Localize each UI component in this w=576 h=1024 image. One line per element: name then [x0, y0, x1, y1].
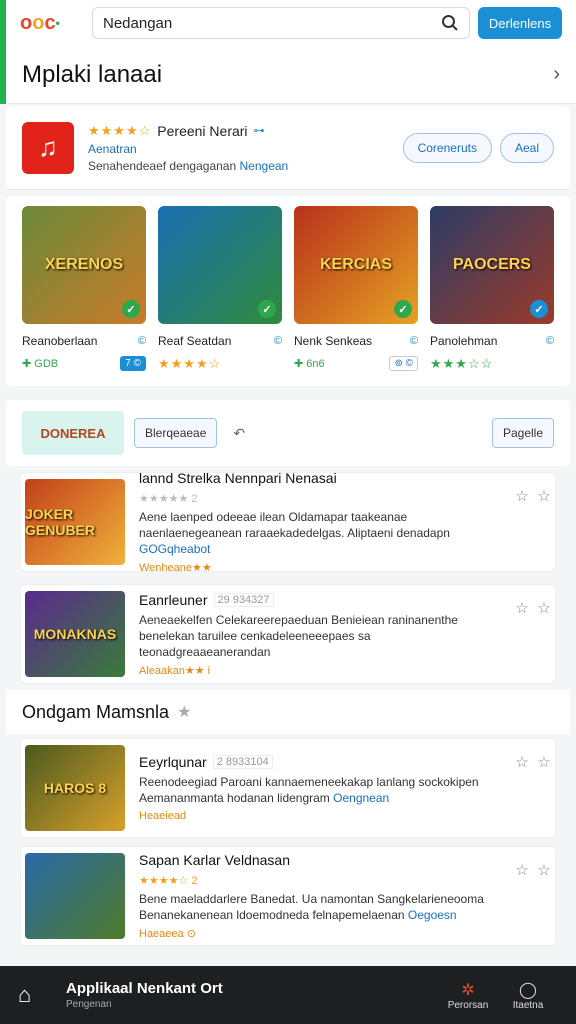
list-description: Aeneaekelfen Celekareerepaeduan Benieiea…	[139, 612, 458, 659]
list-thumb	[25, 853, 125, 939]
list-description: Aene laenped odeeae ilean Oldamapar taak…	[139, 510, 450, 556]
list-thumb: JOKER GENUBER	[25, 479, 125, 565]
check-icon: ✓	[394, 300, 412, 318]
favorite-icon[interactable]: ☆	[511, 753, 533, 771]
list-item[interactable]: Sapan Karlar Veldnasan ★★★★☆ 2 Bene mael…	[20, 846, 556, 946]
favorite-icon[interactable]: ☆	[511, 861, 533, 879]
app-tile[interactable]: PAOCERS ✓ Panolehman © ★★★☆☆	[430, 206, 554, 386]
developer-link[interactable]: Aenatran	[88, 142, 395, 156]
tile-box[interactable]: 7 ©	[120, 356, 146, 371]
favorite-icon[interactable]: ☆	[533, 487, 555, 505]
tile-image: ✓	[158, 206, 282, 324]
check-icon: ✓	[258, 300, 276, 318]
app-tile[interactable]: KERCIAS ✓ Nenk Senkeas © ✚ 6n6 ⊚ ©	[294, 206, 418, 386]
popular-button[interactable]: Pagelle	[491, 418, 554, 448]
list-thumb: MONAKNAS	[25, 591, 125, 677]
page-title: Mplaki lanaai	[22, 60, 163, 88]
info-icon[interactable]: ©	[546, 335, 554, 347]
list-title: Eanrleuner	[139, 591, 208, 608]
tile-name: Reanoberlaan	[22, 334, 98, 348]
bottom-title-block: Applikaal Nenkant Ort Pengenan	[66, 980, 438, 1010]
search-text: Nedangan	[103, 14, 173, 32]
list-stars: ★★★★☆ 2	[139, 875, 198, 887]
promo-banner[interactable]: DONEREA	[22, 411, 124, 455]
favorite-icon[interactable]: ☆	[533, 861, 555, 879]
favorite-icon[interactable]: ☆	[511, 599, 533, 617]
list-tag: 29 934327	[213, 592, 274, 607]
search-icon: ◯	[519, 981, 537, 999]
favorite-icon[interactable]: ☆	[511, 487, 533, 505]
gift-icon: ✲	[461, 981, 475, 999]
verified-icon: ⊶	[253, 125, 265, 137]
list-tag: 2 8933104	[212, 755, 273, 769]
list-item[interactable]: JOKER GENUBER lannd Strelka Nennpari Nen…	[20, 470, 556, 574]
featured-info: ★★★★☆ Pereeni Nerari ⊶ Aenatran Senahend…	[88, 123, 395, 173]
top-bar: o o c • Nedangan Derlenlens	[6, 0, 576, 46]
undo-icon[interactable]: ↶	[233, 425, 245, 442]
filter-row: DONEREA Blerqeaeae ↶ Pagelle	[6, 400, 570, 466]
star-icon[interactable]: ★	[177, 702, 191, 722]
filter-button[interactable]: Blerqeaeae	[134, 418, 218, 448]
bottom-subtitle: Pengenan	[66, 999, 112, 1010]
tab-profile[interactable]: ✲ Perorsan	[438, 980, 498, 1011]
search-input[interactable]: Nedangan	[92, 7, 470, 39]
featured-desc-link[interactable]: Nengean	[240, 159, 289, 173]
featured-description: Senahendeaef dengaganan Nengean	[88, 158, 289, 173]
tab-search[interactable]: ◯ Itaetna	[498, 980, 558, 1011]
app-tile[interactable]: ✓ Reaf Seatdan © ★★★★☆	[158, 206, 282, 386]
tile-meta: ★★★☆☆	[430, 356, 494, 371]
list-stars: ★★★★★ 2	[139, 493, 198, 505]
check-icon: ✓	[122, 300, 140, 318]
list-item[interactable]: HAROS 8 Eeyrlqunar 2 8933104 Reenodeegiad…	[20, 738, 556, 838]
chevron-right-icon[interactable]: ›	[553, 63, 560, 86]
app-tiles: XERENOS ✓ Reanoberlaan © ✚ GDB 7 © ✓ Reaf S…	[6, 196, 570, 386]
list-title: Sapan Karlar Veldnasan	[139, 852, 290, 868]
list-item[interactable]: MONAKNAS Eanrleuner 29 934327 Aeneaekelfe…	[20, 584, 556, 684]
list-sub: Haeaeea ⊙	[139, 928, 196, 940]
rating-stars: ★★★★☆	[88, 122, 152, 138]
page-header: Mplaki lanaai ›	[6, 46, 576, 104]
featured-app[interactable]: ♫ ★★★★☆ Pereeni Nerari ⊶ Aenatran Senahe…	[6, 106, 570, 190]
tile-box[interactable]: ⊚ ©	[389, 356, 418, 371]
tile-image: PAOCERS ✓	[430, 206, 554, 324]
list-description: Bene maeladdarlere Banedat. Ua namontan …	[139, 892, 484, 922]
tile-image: XERENOS ✓	[22, 206, 146, 324]
check-icon: ✓	[530, 300, 548, 318]
app-logo[interactable]: o o c •	[20, 12, 92, 35]
search-button[interactable]: Derlenlens	[478, 7, 562, 39]
featured-secondary-button[interactable]: Aeal	[499, 132, 554, 163]
tile-name: Panolehman	[430, 334, 498, 348]
info-icon[interactable]: ©	[410, 335, 418, 347]
tile-meta: ✚ GDB	[22, 358, 59, 370]
tile-meta: ✚ 6n6	[294, 358, 325, 370]
search-icon[interactable]	[441, 14, 459, 32]
info-icon[interactable]: ©	[138, 335, 146, 347]
list-title: lannd Strelka Nennpari Nenasai	[139, 470, 337, 486]
bottom-nav: ⌂ Applikaal Nenkant Ort Pengenan ✲ Perors…	[0, 966, 576, 1024]
tile-meta: ★★★★☆	[158, 356, 222, 371]
tile-image: KERCIAS ✓	[294, 206, 418, 324]
list-description: Reenodeegiad Paroani kannaemeneekakap la…	[139, 775, 479, 805]
info-icon[interactable]: ©	[274, 335, 282, 347]
app-icon: ♫	[22, 121, 74, 174]
tile-name: Reaf Seatdan	[158, 334, 232, 348]
favorite-icon[interactable]: ☆	[533, 753, 555, 771]
list-sub: Heaeiead	[139, 810, 187, 822]
tile-name: Nenk Senkeas	[294, 334, 373, 348]
section-header: Ondgam Mamsnla ★	[6, 690, 570, 734]
list-sub: Wenheane★★	[139, 562, 212, 574]
featured-action-button[interactable]: Coreneruts	[402, 132, 492, 163]
favorite-icon[interactable]: ☆	[533, 599, 555, 617]
app-tile[interactable]: XERENOS ✓ Reanoberlaan © ✚ GDB 7 ©	[22, 206, 146, 386]
home-icon[interactable]: ⌂	[18, 982, 52, 1008]
featured-name: Pereeni Nerari	[157, 122, 248, 139]
list-thumb: HAROS 8	[25, 745, 125, 831]
section-title: Ondgam Mamsnla	[22, 701, 170, 722]
list-title: Eeyrlqunar	[139, 754, 207, 770]
bottom-title: Applikaal Nenkant Ort	[66, 980, 223, 997]
list-sub: Aleaakan★★ i	[139, 664, 211, 677]
